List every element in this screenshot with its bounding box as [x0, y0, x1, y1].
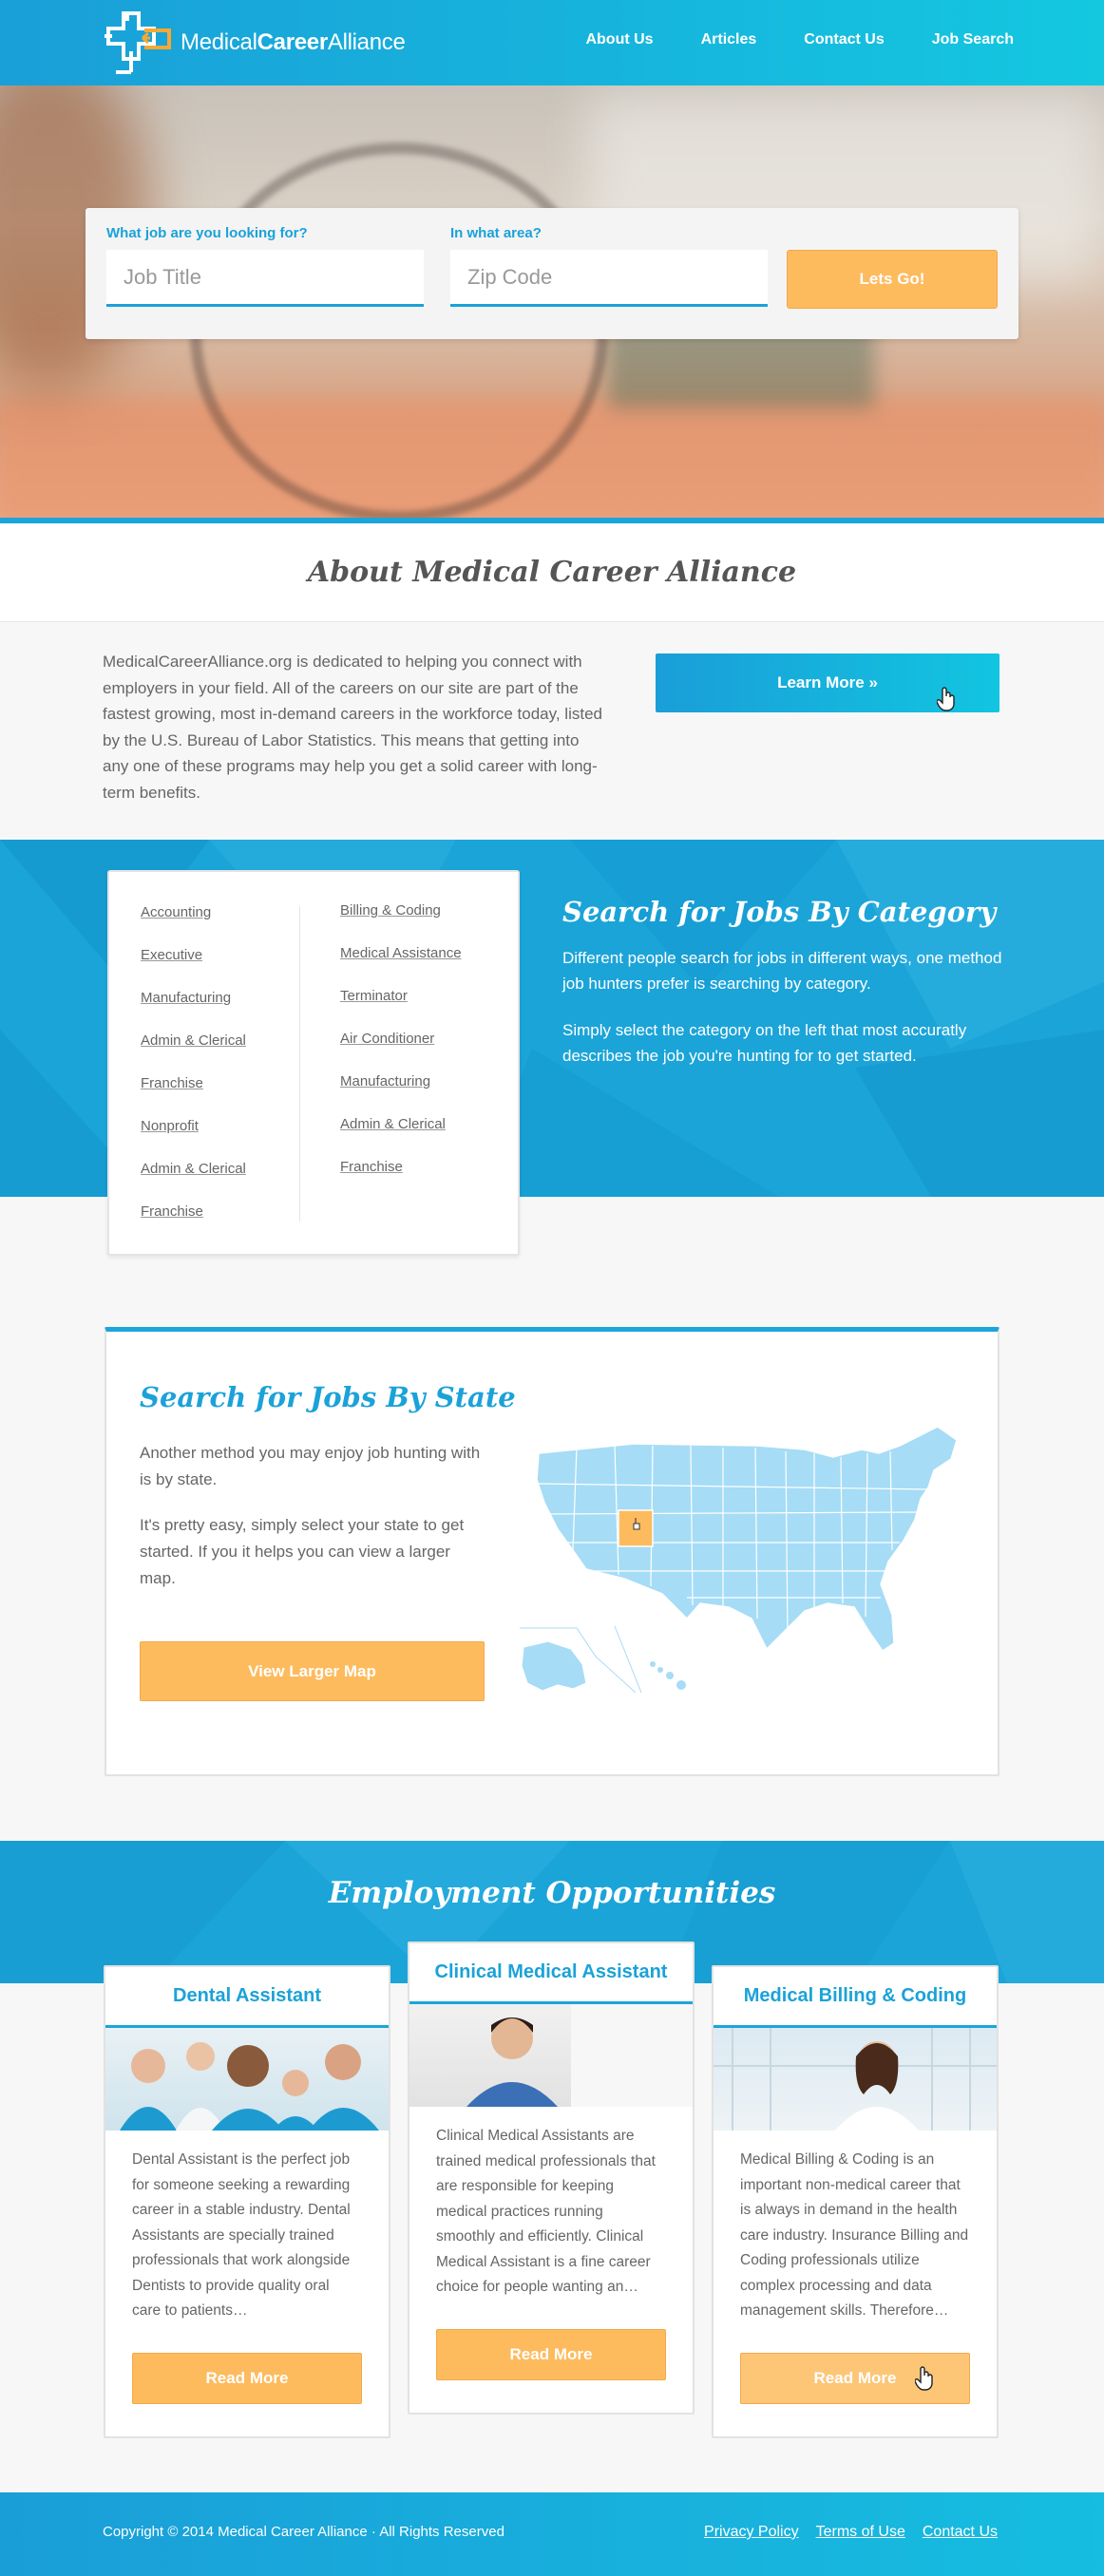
- job-search-form: What job are you looking for? In what ar…: [86, 208, 1018, 339]
- us-mainland: [536, 1426, 958, 1653]
- view-larger-map-button[interactable]: View Larger Map: [140, 1641, 485, 1701]
- state-search-card: Search for Jobs By State Another method …: [105, 1327, 999, 1776]
- job-photo: [714, 2028, 997, 2131]
- category-link[interactable]: Franchise: [141, 1074, 246, 1117]
- footer-links: Privacy Policy Terms of Use Contact Us: [687, 2524, 998, 2541]
- category-link[interactable]: Franchise: [340, 1158, 462, 1201]
- hawaii: [650, 1661, 686, 1690]
- footer-terms-of-use-link[interactable]: Terms of Use: [816, 2524, 905, 2541]
- category-column-2: Billing & Coding Medical Assistance Term…: [340, 901, 462, 1201]
- top-navigation-bar: MedicalCareerAlliance About Us Articles …: [0, 0, 1104, 85]
- state-description-1: Another method you may enjoy job hunting…: [140, 1444, 481, 1488]
- medical-cross-logo-icon: [105, 11, 171, 74]
- job-description: Clinical Medical Assistants are trained …: [436, 2128, 656, 2295]
- category-link[interactable]: Terminator: [340, 987, 462, 1030]
- category-list-box: Accounting Executive Manufacturing Admin…: [107, 870, 520, 1256]
- job-title[interactable]: Clinical Medical Assistant: [409, 1943, 693, 2004]
- job-photo: [105, 2028, 389, 2131]
- category-description-1: Different people search for jobs in diff…: [562, 949, 1002, 993]
- job-card-dental-assistant: Dental Assistant Dental Assistant is the…: [104, 1965, 390, 2438]
- hand-cursor-icon: [937, 687, 955, 711]
- job-card-medical-billing-coding: Medical Billing & Coding Medical Billing…: [712, 1965, 999, 2438]
- zip-code-input[interactable]: [450, 250, 768, 307]
- lets-go-button[interactable]: Lets Go!: [787, 250, 998, 309]
- column-divider: [299, 906, 300, 1222]
- category-link[interactable]: Nonprofit: [141, 1117, 246, 1160]
- about-title: About Medical Career Alliance: [307, 556, 797, 589]
- hand-cursor-icon: [915, 2366, 933, 2391]
- read-more-button[interactable]: Read More: [132, 2353, 362, 2404]
- medical-assistant-photo: [466, 2004, 693, 2107]
- alaska: [521, 1640, 587, 1692]
- doctor-photo: [714, 2028, 997, 2131]
- copyright-text: Copyright © 2014 Medical Career Alliance…: [103, 2524, 504, 2540]
- category-link[interactable]: Billing & Coding: [340, 901, 462, 944]
- job-description: Dental Assistant is the perfect job for …: [132, 2151, 351, 2319]
- footer-contact-us-link[interactable]: Contact Us: [923, 2524, 998, 2541]
- job-description: Medical Billing & Coding is an important…: [740, 2151, 969, 2319]
- main-nav: About Us Articles Contact Us Job Search: [538, 31, 1014, 48]
- job-title[interactable]: Dental Assistant: [105, 1967, 389, 2028]
- employment-section-title: Employment Opportunities: [328, 1876, 776, 1910]
- category-link[interactable]: Franchise: [141, 1203, 246, 1245]
- about-description: MedicalCareerAlliance.org is dedicated t…: [103, 653, 602, 802]
- category-link[interactable]: Accounting: [141, 903, 246, 946]
- job-photo: [409, 2004, 693, 2107]
- area-label: In what area?: [450, 225, 542, 241]
- category-link[interactable]: Manufacturing: [340, 1072, 462, 1115]
- footer: Copyright © 2014 Medical Career Alliance…: [0, 2492, 1104, 2576]
- job-title-label: What job are you looking for?: [106, 225, 308, 241]
- category-link[interactable]: Admin & Clerical: [141, 1032, 246, 1074]
- category-link[interactable]: Executive: [141, 946, 246, 989]
- site-logo[interactable]: MedicalCareerAlliance: [103, 9, 406, 76]
- category-column-1: Accounting Executive Manufacturing Admin…: [141, 903, 246, 1245]
- category-link[interactable]: Admin & Clerical: [141, 1160, 246, 1203]
- category-link[interactable]: Medical Assistance: [340, 944, 462, 987]
- category-link[interactable]: Manufacturing: [141, 989, 246, 1032]
- read-more-button[interactable]: Read More: [436, 2329, 666, 2380]
- job-card-clinical-medical-assistant: Clinical Medical Assistant Clinical Medi…: [408, 1941, 695, 2415]
- category-description-2: Simply select the category on the left t…: [562, 1021, 967, 1065]
- nav-about-us[interactable]: About Us: [585, 31, 653, 48]
- nav-articles[interactable]: Articles: [701, 31, 757, 48]
- about-section: MedicalCareerAlliance.org is dedicated t…: [0, 622, 1104, 841]
- footer-privacy-policy-link[interactable]: Privacy Policy: [704, 2524, 799, 2541]
- us-states-map[interactable]: [520, 1408, 976, 1693]
- category-section-title: Search for Jobs By Category: [562, 896, 997, 928]
- nav-job-search[interactable]: Job Search: [932, 31, 1014, 48]
- site-name: MedicalCareerAlliance: [181, 29, 406, 55]
- about-header: About Medical Career Alliance: [0, 523, 1104, 622]
- state-description-2: It's pretty easy, simply select your sta…: [140, 1516, 465, 1587]
- category-link[interactable]: Air Conditioner: [340, 1030, 462, 1072]
- category-link[interactable]: Admin & Clerical: [340, 1115, 462, 1158]
- nav-contact-us[interactable]: Contact Us: [804, 31, 884, 48]
- dental-team-photo: [120, 2042, 379, 2131]
- job-title-input[interactable]: [106, 250, 424, 307]
- state-section-title: Search for Jobs By State: [140, 1381, 516, 1413]
- job-title[interactable]: Medical Billing & Coding: [714, 1967, 997, 2028]
